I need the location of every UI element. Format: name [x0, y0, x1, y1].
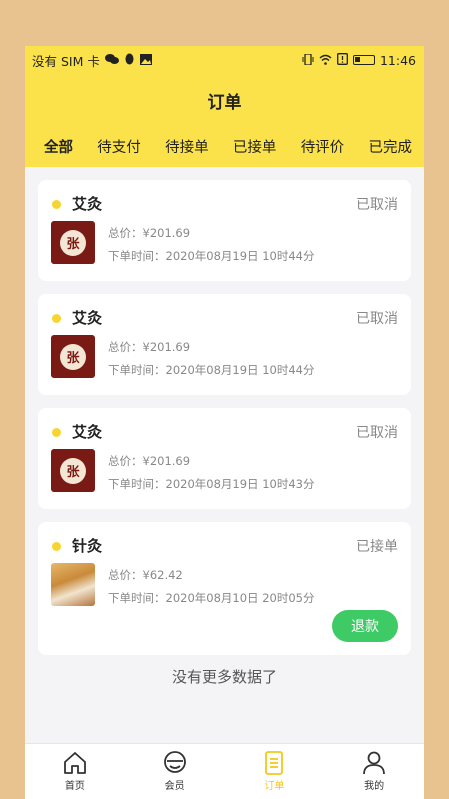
seal-logo: 张 — [60, 343, 86, 370]
order-time: 下单时间：2020年08月19日 10时43分 — [108, 477, 315, 491]
clock-text: 11:46 — [379, 52, 416, 68]
tab-pending-review[interactable]: 待评价 — [301, 136, 345, 157]
no-more-data-text: 没有更多数据了 — [171, 668, 277, 686]
image-icon — [139, 53, 152, 67]
page-title: 订单 — [207, 93, 242, 113]
battery-icon — [352, 55, 375, 65]
order-time: 下单时间：2020年08月10日 20时05分 — [108, 591, 315, 605]
seal-logo: 张 — [60, 229, 86, 256]
tab-pending-accept[interactable]: 待接单 — [165, 136, 209, 157]
nav-label: 会员 — [164, 781, 185, 792]
order-tabs: 全部 待支付 待接单 已接单 待评价 已完成 — [25, 136, 424, 157]
order-card[interactable]: 艾灸 已取消 张 总价：¥201.69 下单时间：2020年08月19日 10时… — [38, 408, 411, 509]
service-thumbnail: 张 — [51, 335, 95, 378]
wechat-icon — [104, 53, 119, 67]
home-icon — [63, 752, 86, 774]
status-dot — [52, 542, 61, 551]
status-dot — [52, 200, 61, 209]
order-price: 总价：¥201.69 — [108, 454, 191, 468]
nav-profile[interactable]: 我的 — [344, 751, 404, 792]
order-card[interactable]: 艾灸 已取消 张 总价：¥201.69 下单时间：2020年08月19日 10时… — [38, 180, 411, 281]
refund-button[interactable]: 退款 — [332, 610, 398, 642]
status-dot — [52, 314, 61, 323]
order-time: 下单时间：2020年08月19日 10时44分 — [108, 249, 315, 263]
status-bar: 没有 SIM 卡 11:46 — [25, 46, 424, 74]
carrier-text: 没有 SIM 卡 — [32, 53, 100, 69]
order-service-name: 艾灸 — [72, 195, 103, 213]
tab-accepted[interactable]: 已接单 — [233, 136, 277, 157]
order-service-name: 艾灸 — [72, 309, 103, 327]
nav-home[interactable]: 首页 — [45, 751, 105, 792]
phone-screen: 没有 SIM 卡 11:46 订单 全部 待支付 待接单 已接单 待评价 已完成… — [25, 46, 424, 799]
qq-icon — [124, 53, 135, 68]
service-thumbnail: 张 — [51, 221, 95, 264]
service-thumbnail: 张 — [51, 449, 95, 492]
order-service-name: 艾灸 — [72, 423, 103, 441]
order-status: 已接单 — [356, 539, 398, 555]
order-card[interactable]: 针灸 已接单 总价：¥62.42 下单时间：2020年08月10日 20时05分… — [38, 522, 411, 655]
order-status: 已取消 — [356, 425, 398, 441]
wifi-icon — [319, 54, 332, 67]
order-price: 总价：¥201.69 — [108, 340, 191, 354]
header-bar: 没有 SIM 卡 11:46 订单 全部 待支付 待接单 已接单 待评价 已完成 — [25, 46, 424, 167]
order-status: 已取消 — [356, 197, 398, 213]
sim-alert-icon — [337, 53, 348, 67]
tab-pending-payment[interactable]: 待支付 — [97, 136, 141, 157]
orders-icon — [265, 751, 284, 775]
order-status: 已取消 — [356, 311, 398, 327]
tab-completed[interactable]: 已完成 — [368, 136, 412, 157]
nav-label: 我的 — [364, 781, 385, 792]
seal-logo: 张 — [60, 457, 86, 484]
order-price: 总价：¥201.69 — [108, 226, 191, 240]
nav-label: 订单 — [264, 781, 285, 792]
order-service-name: 针灸 — [72, 537, 103, 555]
profile-icon — [363, 751, 386, 775]
order-time: 下单时间：2020年08月19日 10时44分 — [108, 363, 315, 377]
bottom-nav: 首页 会员 订单 我的 — [25, 743, 424, 799]
tab-all[interactable]: 全部 — [44, 136, 73, 157]
nav-orders[interactable]: 订单 — [244, 751, 304, 792]
service-photo — [51, 563, 95, 606]
member-icon — [163, 751, 186, 773]
vibrate-icon — [302, 52, 314, 67]
nav-label: 首页 — [64, 781, 85, 792]
status-dot — [52, 428, 61, 437]
order-card[interactable]: 艾灸 已取消 张 总价：¥201.69 下单时间：2020年08月19日 10时… — [38, 294, 411, 395]
nav-member[interactable]: 会员 — [145, 751, 205, 792]
order-price: 总价：¥62.42 — [108, 568, 183, 582]
